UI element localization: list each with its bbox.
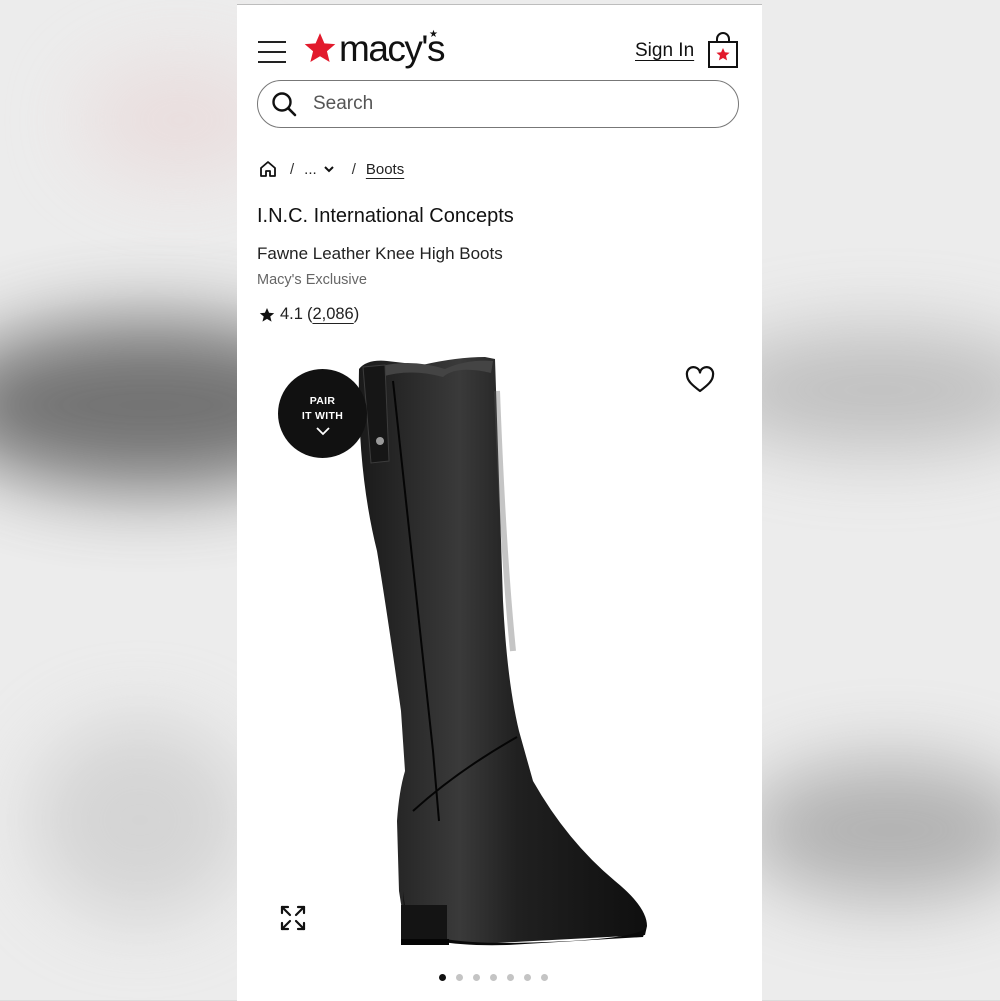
star-icon (259, 307, 275, 322)
carousel-dot[interactable] (456, 974, 463, 981)
star-logo-icon (304, 33, 336, 63)
exclusive-label: Macy's Exclusive (257, 272, 367, 288)
home-icon[interactable] (259, 160, 277, 178)
pair-label-line1: PAIR (309, 395, 336, 407)
product-page: macy's ★ Sign In / ... / Boots I.N.C. In… (237, 4, 762, 1001)
pair-label-line2: IT WITH (301, 410, 344, 422)
review-count-link[interactable]: 2,086 (312, 305, 353, 324)
breadcrumb-boots-link[interactable]: Boots (366, 161, 404, 178)
carousel-dot[interactable] (507, 974, 514, 981)
chevron-down-icon (315, 427, 330, 436)
pair-it-with-button[interactable]: PAIR IT WITH (278, 369, 367, 458)
rating-value: 4.1 (280, 305, 303, 323)
logo-small-star-icon: ★ (429, 29, 438, 40)
carousel-dot[interactable] (439, 974, 446, 981)
heart-icon[interactable] (685, 366, 715, 394)
carousel-dot[interactable] (541, 974, 548, 981)
macys-logo[interactable]: macy's ★ (303, 25, 445, 71)
carousel-dot[interactable] (490, 974, 497, 981)
search-icon (272, 92, 297, 117)
carousel-dot[interactable] (473, 974, 480, 981)
product-brand[interactable]: I.N.C. International Concepts (257, 205, 514, 228)
breadcrumb-separator: / (351, 160, 356, 178)
search-input[interactable] (311, 92, 695, 116)
breadcrumb-separator: / (290, 160, 295, 178)
product-rating: 4.1 (2,086) (259, 305, 359, 324)
search-bar[interactable] (257, 80, 739, 128)
breadcrumb-more-button[interactable]: ... (304, 161, 335, 178)
menu-icon[interactable] (258, 40, 286, 64)
expand-icon[interactable] (279, 904, 307, 932)
product-title: Fawne Leather Knee High Boots (257, 244, 503, 263)
shopping-bag-icon[interactable] (707, 31, 739, 69)
breadcrumb: / ... / Boots (259, 157, 404, 181)
knee-high-boot-image (358, 357, 647, 946)
carousel-pagination (439, 974, 548, 981)
breadcrumb-more-label: ... (304, 160, 317, 178)
chevron-down-icon (323, 166, 334, 173)
sign-in-link[interactable]: Sign In (635, 40, 694, 62)
carousel-dot[interactable] (524, 974, 531, 981)
